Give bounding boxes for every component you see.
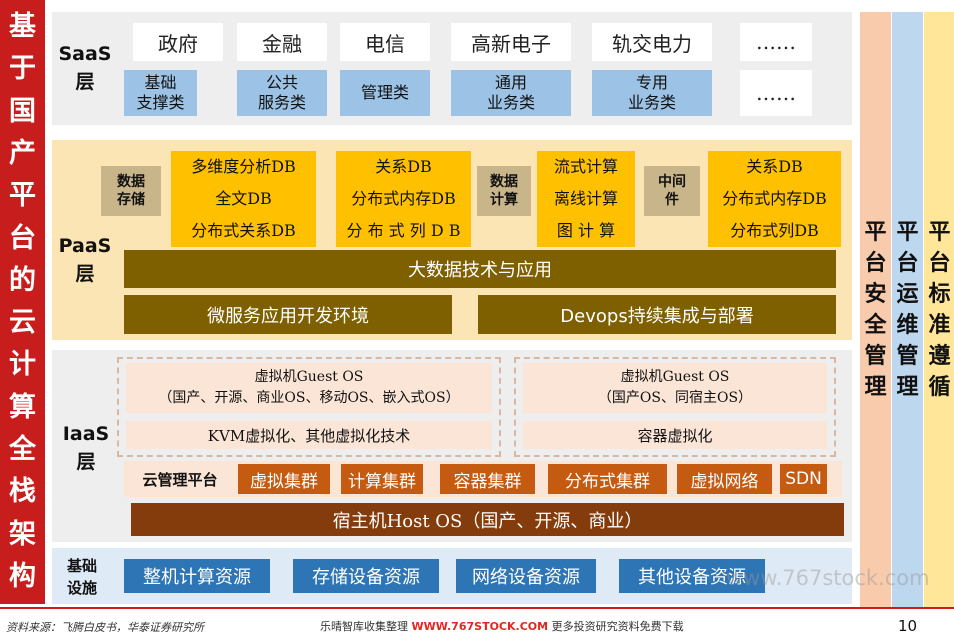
compute-item: 离线计算 — [553, 189, 618, 208]
side-column-char: 运 — [896, 281, 919, 307]
paas-label: PaaS 层 — [58, 235, 112, 285]
title-char: 计 — [9, 349, 36, 381]
title-char: 平 — [9, 180, 36, 212]
middleware-group: 关系DB 分布式内存DB 分布式列DB — [708, 151, 841, 247]
title-char: 云 — [9, 307, 36, 339]
host-os-bar: 宿主机Host OS（国产、开源、商业） — [131, 503, 844, 536]
devops-bar: Devops持续集成与部署 — [478, 295, 836, 334]
title-char: 算 — [9, 391, 36, 423]
title-char: 基 — [9, 11, 36, 43]
microservice-bar: 微服务应用开发环境 — [124, 295, 452, 334]
page-number: 10 — [898, 617, 918, 635]
storage-db-item: 多维度分析DB — [191, 157, 296, 176]
infra-label: 基础 设施 — [66, 557, 97, 597]
middleware-item: 分布式内存DB — [722, 189, 827, 208]
saas-industry-box: 金融 — [237, 23, 327, 61]
storage-db-item: 全文DB — [215, 189, 272, 208]
saas-service-box: 管理类 — [340, 70, 430, 116]
infra-resource-box: 存储设备资源 — [293, 559, 439, 593]
side-column: 平台标准遵循 — [924, 12, 954, 608]
cloud-mgmt-item: 计算集群 — [341, 464, 423, 494]
footer-rule — [0, 607, 954, 609]
side-column-char: 管 — [896, 343, 919, 369]
footer-source: 资料来源：飞腾白皮书，华泰证券研究所 — [6, 621, 204, 634]
saas-service-box: 基础 支撑类 — [124, 70, 197, 116]
compute-group: 流式计算 离线计算 图 计 算 — [537, 151, 635, 247]
side-column-char: 台 — [896, 250, 919, 276]
saas-service-box: 专用 业务类 — [592, 70, 712, 116]
cloud-mgmt-item: SDN — [780, 464, 827, 494]
saas-service-box: 公共 服务类 — [237, 70, 327, 116]
side-column-char: 安 — [864, 281, 887, 307]
footer-notice-site[interactable]: WWW.767STOCK.COM — [412, 620, 549, 633]
cloud-mgmt-label: 云管理平台 — [142, 470, 218, 489]
vm-left-box: 虚拟机Guest OS （国产、开源、商业OS、移动OS、嵌入式OS） — [126, 363, 492, 413]
iaas-label: IaaS 层 — [62, 423, 110, 473]
side-column: 平台安全管理 — [860, 12, 891, 608]
container-virt-box: 容器虚拟化 — [523, 421, 827, 449]
cloud-mgmt-item: 容器集群 — [440, 464, 535, 494]
cloud-mgmt-item: 虚拟集群 — [238, 464, 330, 494]
saas-industry-box: 轨交电力 — [592, 23, 712, 61]
title-char: 架 — [9, 518, 36, 550]
title-char: 国 — [9, 95, 36, 127]
compute-item: 流式计算 — [553, 157, 618, 176]
footer-notice-prefix: 乐晴智库收集整理 — [320, 620, 408, 633]
side-column-char: 台 — [864, 250, 887, 276]
title-char: 栈 — [9, 476, 36, 508]
side-column-char: 平 — [928, 219, 951, 245]
storage-db-group-2: 关系DB 分布式内存DB 分 布 式 列 D B — [336, 151, 471, 247]
saas-industry-box: 政府 — [133, 23, 223, 61]
storage-db-item: 分布式内存DB — [351, 189, 456, 208]
saas-label: SaaS 层 — [58, 43, 112, 93]
infra-resource-box: 网络设备资源 — [456, 559, 596, 593]
side-column-char: 管 — [864, 343, 887, 369]
vm-right-box: 虚拟机Guest OS （国产OS、同宿主OS） — [523, 363, 827, 413]
side-column-char: 全 — [864, 312, 887, 338]
infra-resource-box: 整机计算资源 — [124, 559, 270, 593]
title-char: 构 — [9, 560, 36, 592]
saas-service-box: 通用 业务类 — [451, 70, 571, 116]
storage-db-item: 关系DB — [375, 157, 432, 176]
title-char: 的 — [9, 264, 36, 296]
side-column: 平台运维管理 — [892, 12, 923, 608]
storage-db-item: 分布式关系DB — [191, 221, 296, 240]
side-column-char: 维 — [896, 312, 919, 338]
side-column-char: 理 — [896, 374, 919, 400]
storage-db-item: 分 布 式 列 D B — [346, 221, 461, 240]
bigdata-bar: 大数据技术与应用 — [124, 250, 836, 288]
side-column-char: 平 — [896, 219, 919, 245]
footer-notice-suffix: 更多投资研究资料免费下载 — [551, 620, 684, 633]
middleware-item: 关系DB — [746, 157, 803, 176]
cloud-mgmt-item: 虚拟网络 — [677, 464, 772, 494]
kvm-box: KVM虚拟化、其他虚拟化技术 — [126, 421, 492, 449]
footer-notice: 乐晴智库收集整理 WWW.767STOCK.COM 更多投资研究资料免费下载 — [320, 618, 684, 634]
compute-item: 图 计 算 — [556, 221, 616, 240]
saas-industry-box: …… — [740, 23, 812, 61]
data-storage-label: 数据 存储 — [101, 166, 161, 216]
title-bar: 基于国产平台的云计算全栈架构 — [0, 0, 45, 604]
storage-db-group-1: 多维度分析DB 全文DB 分布式关系DB — [171, 151, 316, 247]
title-char: 于 — [9, 53, 36, 85]
title-char: 产 — [9, 137, 36, 169]
saas-service-box: …… — [740, 70, 812, 116]
side-column-char: 标 — [928, 281, 951, 307]
title-char: 全 — [9, 433, 36, 465]
middleware-label: 中间 件 — [644, 166, 700, 216]
side-column-char: 理 — [864, 374, 887, 400]
data-compute-label: 数据 计算 — [477, 166, 531, 216]
side-column-char: 台 — [928, 250, 951, 276]
side-column-char: 循 — [928, 374, 951, 400]
saas-industry-box: 高新电子 — [451, 23, 571, 61]
side-column-char: 平 — [864, 219, 887, 245]
saas-industry-box: 电信 — [340, 23, 430, 61]
side-column-char: 准 — [928, 312, 951, 338]
middleware-item: 分布式列DB — [730, 221, 819, 240]
cloud-mgmt-item: 分布式集群 — [548, 464, 667, 494]
title-char: 台 — [9, 222, 36, 254]
watermark: www.767stock.com — [726, 566, 930, 590]
side-column-char: 遵 — [928, 343, 951, 369]
